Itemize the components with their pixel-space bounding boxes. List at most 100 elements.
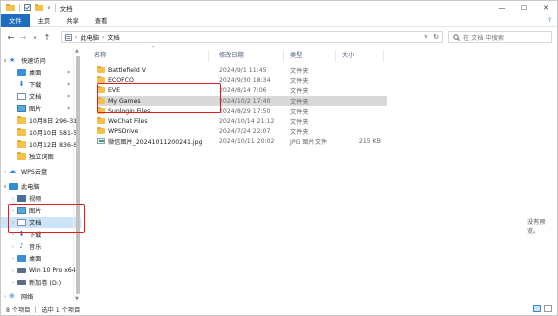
- sidebar-item-network[interactable]: › ⊕ 网络: [1, 291, 81, 302]
- maximize-button[interactable]: ☐: [513, 1, 535, 14]
- breadcrumb-documents[interactable]: 文档: [107, 33, 119, 42]
- explorer-window: ∨ 文档 — ☐ ✕ 文件 主页 共享 查看 ? ← → ∨ ↑ › 此电脑 ›…: [0, 0, 558, 316]
- explorer-folder-icon: [6, 4, 15, 11]
- expand-chevron-icon[interactable]: ›: [9, 244, 17, 250]
- large-icons-view-icon[interactable]: [544, 305, 552, 312]
- folder-icon: [17, 128, 26, 136]
- file-row[interactable]: WeChat Files 2024/10/14 21:12 文件夹: [97, 116, 387, 126]
- file-type: 文件夹: [290, 128, 309, 136]
- item-count: 8 个项目: [6, 306, 31, 314]
- sidebar-item-label: 10月12日 836-6: [29, 142, 78, 149]
- expand-chevron-icon[interactable]: ›: [9, 280, 17, 286]
- expand-chevron-icon[interactable]: ›: [9, 268, 17, 274]
- desktop-icon: [17, 255, 26, 262]
- file-row[interactable]: Battlefield V 2024/9/1 11:45 文件夹: [97, 65, 387, 75]
- quick-access-toolbar: ∨: [1, 1, 56, 14]
- column-date[interactable]: 修改日期: [219, 50, 244, 59]
- file-row[interactable]: WPSDrive 2024/7/24 22:07 文件夹: [97, 126, 387, 136]
- highlight-box-my-games: [97, 83, 221, 113]
- forward-arrow-icon[interactable]: →: [17, 32, 29, 44]
- file-row[interactable]: 微信图片_20241011200241.jpg 2024/10/11 20:02…: [97, 136, 387, 146]
- breadcrumb-this-pc[interactable]: 此电脑: [80, 33, 99, 42]
- file-date: 2024/9/30 18:34: [219, 76, 271, 84]
- sidebar-item-folder-standalone[interactable]: 独立词图: [1, 151, 81, 162]
- sidebar-item-quick-access[interactable]: ∨ ★ 快速访问: [1, 55, 81, 66]
- minimize-button[interactable]: —: [491, 1, 513, 14]
- column-headers: ^ 名称 修改日期 类型 大小: [83, 46, 555, 62]
- address-bar[interactable]: › 此电脑 › 文档 ∨ ↻: [61, 31, 443, 43]
- file-size: 215 KB: [358, 137, 381, 145]
- close-button[interactable]: ✕: [535, 1, 557, 14]
- folder-icon: [97, 127, 105, 134]
- column-name[interactable]: 名称: [94, 50, 106, 59]
- file-name: WPSDrive: [108, 127, 139, 135]
- recent-locations-icon[interactable]: ∨: [29, 32, 41, 44]
- address-dropdown-icon[interactable]: ∨: [424, 33, 428, 40]
- sidebar-item-desktop[interactable]: 桌面 ✶: [1, 67, 81, 78]
- properties-icon[interactable]: [24, 4, 31, 11]
- file-date: 2024/8/29 17:50: [219, 107, 271, 115]
- up-arrow-icon[interactable]: ↑: [41, 32, 53, 44]
- pin-icon: ✶: [66, 69, 71, 76]
- tab-share[interactable]: 共享: [58, 14, 87, 27]
- expand-chevron-icon[interactable]: ›: [1, 294, 9, 300]
- search-placeholder: 在 文档 中搜索: [463, 34, 505, 42]
- network-icon: ⊕: [9, 292, 15, 300]
- scroll-thumb[interactable]: [76, 56, 80, 294]
- sidebar-item-label: 桌面: [29, 256, 42, 263]
- sidebar-item-drive-d[interactable]: › 新加卷 (D:): [1, 277, 81, 288]
- help-icon[interactable]: ?: [548, 17, 551, 24]
- sidebar-item-music[interactable]: › ♪ 音乐: [1, 241, 81, 252]
- column-size[interactable]: 大小: [342, 50, 354, 59]
- new-folder-icon[interactable]: [35, 4, 43, 11]
- sort-ascending-icon: ^: [151, 46, 156, 52]
- sidebar-item-documents[interactable]: 文档 ✶: [1, 91, 81, 102]
- sidebar-item-label: 图片: [29, 106, 42, 113]
- file-type: 文件夹: [290, 98, 309, 106]
- tab-view[interactable]: 查看: [87, 14, 116, 27]
- sidebar-item-label: 视频: [29, 196, 42, 203]
- refresh-icon[interactable]: ↻: [433, 33, 439, 41]
- sidebar-item-pc-desktop[interactable]: › 桌面: [1, 253, 81, 264]
- qa-dropdown-icon[interactable]: ∨: [47, 5, 51, 11]
- file-date: 2024/9/1 11:45: [219, 66, 267, 74]
- title-bar: ∨ 文档 — ☐ ✕: [1, 1, 557, 14]
- details-view-icon[interactable]: [533, 305, 541, 312]
- sidebar-item-folder-oct8[interactable]: 10月8日 296-31: [1, 115, 81, 126]
- sidebar-item-this-pc[interactable]: ∨ 此电脑: [1, 181, 81, 192]
- drive-icon: [17, 280, 26, 285]
- collapse-chevron-icon[interactable]: ∨: [1, 58, 9, 64]
- sidebar-item-pictures[interactable]: 图片 ✶: [1, 103, 81, 114]
- sidebar-item-label: WPS云盘: [21, 169, 48, 176]
- pictures-icon: [17, 105, 26, 112]
- music-icon: ♪: [19, 242, 24, 250]
- sidebar-item-label: 独立词图: [29, 154, 54, 161]
- search-box[interactable]: 在 文档 中搜索: [448, 31, 552, 43]
- pin-icon: ✶: [66, 105, 71, 112]
- folder-icon: [17, 116, 26, 124]
- expand-chevron-icon[interactable]: ›: [9, 256, 17, 262]
- sidebar-scrollbar[interactable]: ▲ ▼: [73, 48, 81, 302]
- folder-icon: [97, 117, 105, 124]
- back-arrow-icon[interactable]: ←: [5, 32, 17, 44]
- search-icon: [453, 33, 460, 41]
- sidebar-item-downloads[interactable]: ⬇ 下载 ✶: [1, 79, 81, 90]
- drive-icon: [17, 268, 26, 273]
- tab-file[interactable]: 文件: [1, 13, 30, 27]
- column-type[interactable]: 类型: [290, 50, 302, 59]
- ribbon-tabs: 文件 主页 共享 查看 ?: [1, 13, 557, 27]
- tab-home[interactable]: 主页: [30, 14, 59, 27]
- sidebar-item-folder-oct10[interactable]: 10月10日 581-5: [1, 127, 81, 138]
- collapse-chevron-icon[interactable]: ∨: [1, 184, 9, 190]
- scroll-up-icon[interactable]: ▲: [75, 48, 79, 54]
- image-file-icon: [97, 138, 105, 144]
- expand-chevron-icon[interactable]: ›: [9, 196, 17, 202]
- sidebar-item-drive-c[interactable]: › Win 10 Pro x64: [1, 265, 81, 276]
- file-date: 2024/8/14 7:06: [219, 86, 267, 94]
- sidebar-item-label: 下载: [29, 82, 42, 89]
- folder-icon: [17, 140, 26, 148]
- sidebar-item-folder-oct12[interactable]: 10月12日 836-6: [1, 139, 81, 150]
- expand-chevron-icon[interactable]: ›: [1, 169, 9, 175]
- sidebar-item-wps-cloud[interactable]: › ☁ WPS云盘: [1, 166, 81, 177]
- sidebar-item-videos[interactable]: › 视频: [1, 193, 81, 204]
